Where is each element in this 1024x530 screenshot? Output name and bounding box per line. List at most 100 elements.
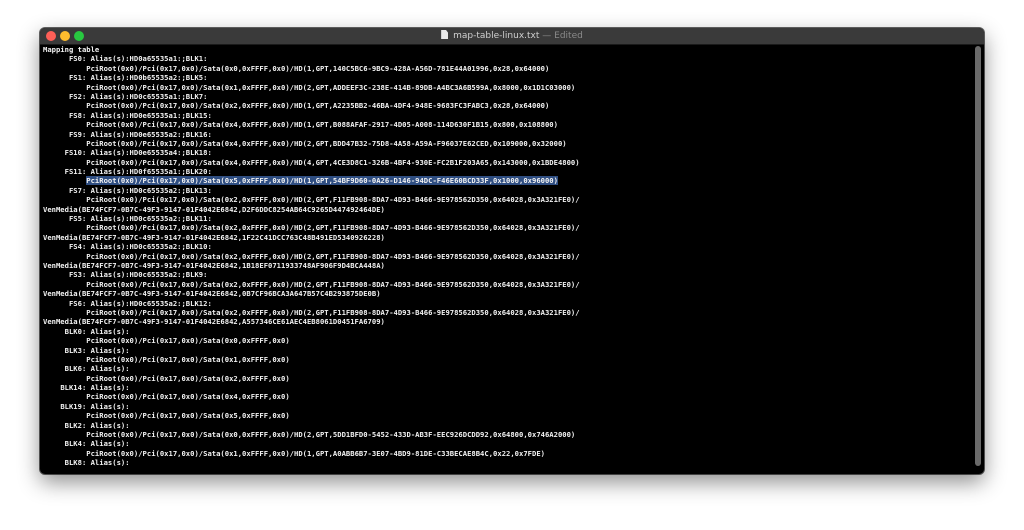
line-text: PciRoot(0x0)/Pci(0x17,0x0)/Sata(0x0,0xFF… [86, 63, 550, 73]
text-line: BLK0: Alias(s): [43, 327, 970, 336]
text-line: VenMedia(BE74FCF7-0B7C-49F3-9147-01F4042… [43, 289, 970, 298]
text-content-area[interactable]: Mapping table FS0: Alias(s):HD0a65535a1:… [43, 45, 970, 474]
line-text: FS5: Alias(s):HD0c65535a2:;BLK11: [68, 214, 212, 224]
text-line: PciRoot(0x0)/Pci(0x17,0x0)/Sata(0x2,0xFF… [43, 308, 970, 317]
line-text: PciRoot(0x0)/Pci(0x17,0x0)/Sata(0x4,0xFF… [86, 392, 290, 402]
text-line: PciRoot(0x0)/Pci(0x17,0x0)/Sata(0x0,0xFF… [43, 430, 970, 439]
text-line: BLK2: Alias(s): [43, 421, 970, 430]
line-text: FS11: Alias(s):HD0f65535a1:;BLK20: [64, 167, 212, 177]
line-text: PciRoot(0x0)/Pci(0x17,0x0)/Sata(0x2,0xFF… [86, 101, 550, 111]
line-text: FS4: Alias(s):HD0c65535a2:;BLK10: [68, 242, 212, 252]
text-line: PciRoot(0x0)/Pci(0x17,0x0)/Sata(0x0,0xFF… [43, 64, 970, 73]
text-line: PciRoot(0x0)/Pci(0x17,0x0)/Sata(0x4,0xFF… [43, 139, 970, 148]
window-title: map-table-linux.txt — Edited [40, 28, 984, 44]
text-line: PciRoot(0x0)/Pci(0x17,0x0)/Sata(0x2,0xFF… [43, 223, 970, 232]
line-text: Mapping table [43, 45, 100, 54]
line-text: PciRoot(0x0)/Pci(0x17,0x0)/Sata(0x2,0xFF… [86, 279, 580, 289]
text-line: PciRoot(0x0)/Pci(0x17,0x0)/Sata(0x0,0xFF… [43, 336, 970, 345]
text-line: VenMedia(BE74FCF7-0B7C-49F3-9147-01F4042… [43, 233, 970, 242]
line-text: FS1: Alias(s):HD0b65535a2:;BLK5: [68, 73, 208, 83]
line-text: PciRoot(0x0)/Pci(0x17,0x0)/Sata(0x4,0xFF… [86, 157, 580, 167]
line-text: PciRoot(0x0)/Pci(0x17,0x0)/Sata(0x1,0xFF… [86, 448, 545, 458]
line-text: FS0: Alias(s):HD0a65535a1:;BLK1: [68, 54, 208, 64]
text-line: FS7: Alias(s):HD0c65535a2:;BLK13: [43, 186, 970, 195]
line-text: BLK3: Alias(s): [64, 345, 130, 355]
text-line-selected: PciRoot(0x0)/Pci(0x17,0x0)/Sata(0x5,0xFF… [43, 176, 970, 186]
text-editor-window: map-table-linux.txt — Edited Mapping tab… [40, 28, 984, 474]
text-line: PciRoot(0x0)/Pci(0x17,0x0)/Sata(0x5,0xFF… [43, 411, 970, 420]
title-bar[interactable]: map-table-linux.txt — Edited [40, 28, 984, 45]
line-text: PciRoot(0x0)/Pci(0x17,0x0)/Sata(0x2,0xFF… [86, 251, 580, 261]
line-text: VenMedia(BE74FCF7-0B7C-49F3-9147-01F4042… [43, 232, 385, 242]
text-line: BLK14: Alias(s): [43, 383, 970, 392]
text-line: VenMedia(BE74FCF7-0B7C-49F3-9147-01F4042… [43, 205, 970, 214]
vertical-scrollbar[interactable] [974, 46, 982, 470]
scroll-thumb[interactable] [975, 46, 981, 466]
text-line: PciRoot(0x0)/Pci(0x17,0x0)/Sata(0x4,0xFF… [43, 158, 970, 167]
line-text: PciRoot(0x0)/Pci(0x17,0x0)/Sata(0x2,0xFF… [86, 307, 580, 317]
text-line: FS4: Alias(s):HD0c65535a2:;BLK10: [43, 242, 970, 251]
line-text: PciRoot(0x0)/Pci(0x17,0x0)/Sata(0x0,0xFF… [86, 430, 576, 440]
text-line: FS10: Alias(s):HD0e65535a4:;BLK18: [43, 148, 970, 157]
edited-status: Edited [554, 31, 583, 41]
line-text: FS9: Alias(s):HD0e65535a2:;BLK16: [68, 129, 212, 139]
line-text: VenMedia(BE74FCF7-0B7C-49F3-9147-01F4042… [43, 204, 385, 214]
line-text: BLK2: Alias(s): [64, 420, 130, 430]
line-text: PciRoot(0x0)/Pci(0x17,0x0)/Sata(0x2,0xFF… [86, 223, 580, 233]
line-text: PciRoot(0x0)/Pci(0x17,0x0)/Sata(0x1,0xFF… [86, 354, 290, 364]
text-line: BLK19: Alias(s): [43, 402, 970, 411]
text-line: PciRoot(0x0)/Pci(0x17,0x0)/Sata(0x4,0xFF… [43, 120, 970, 129]
text-line: BLK8: Alias(s): [43, 458, 970, 467]
line-text: BLK4: Alias(s): [64, 439, 130, 449]
text-line: FS9: Alias(s):HD0e65535a2:;BLK16: [43, 130, 970, 139]
line-text: BLK19: Alias(s): [60, 401, 130, 411]
line-text: BLK6: Alias(s): [64, 364, 130, 374]
text-line: BLK4: Alias(s): [43, 439, 970, 448]
line-text: FS8: Alias(s):HD0e65535a1:;BLK15: [68, 110, 212, 120]
line-text: BLK14: Alias(s): [60, 383, 130, 393]
text-line: PciRoot(0x0)/Pci(0x17,0x0)/Sata(0x2,0xFF… [43, 195, 970, 204]
text-line: FS11: Alias(s):HD0f65535a1:;BLK20: [43, 167, 970, 176]
text-line: PciRoot(0x0)/Pci(0x17,0x0)/Sata(0x1,0xFF… [43, 355, 970, 364]
document-icon [441, 30, 449, 39]
text-line: PciRoot(0x0)/Pci(0x17,0x0)/Sata(0x2,0xFF… [43, 252, 970, 261]
line-text: VenMedia(BE74FCF7-0B7C-49F3-9147-01F4042… [43, 289, 381, 299]
text-line: VenMedia(BE74FCF7-0B7C-49F3-9147-01F4042… [43, 317, 970, 326]
line-text: PciRoot(0x0)/Pci(0x17,0x0)/Sata(0x5,0xFF… [86, 411, 290, 421]
line-text: PciRoot(0x0)/Pci(0x17,0x0)/Sata(0x1,0xFF… [86, 82, 576, 92]
text-line: BLK6: Alias(s): [43, 364, 970, 373]
line-text: BLK8: Alias(s): [64, 458, 130, 468]
text-line: Mapping table [43, 45, 970, 54]
text-line: PciRoot(0x0)/Pci(0x17,0x0)/Sata(0x1,0xFF… [43, 449, 970, 458]
line-text: PciRoot(0x0)/Pci(0x17,0x0)/Sata(0x2,0xFF… [86, 195, 580, 205]
